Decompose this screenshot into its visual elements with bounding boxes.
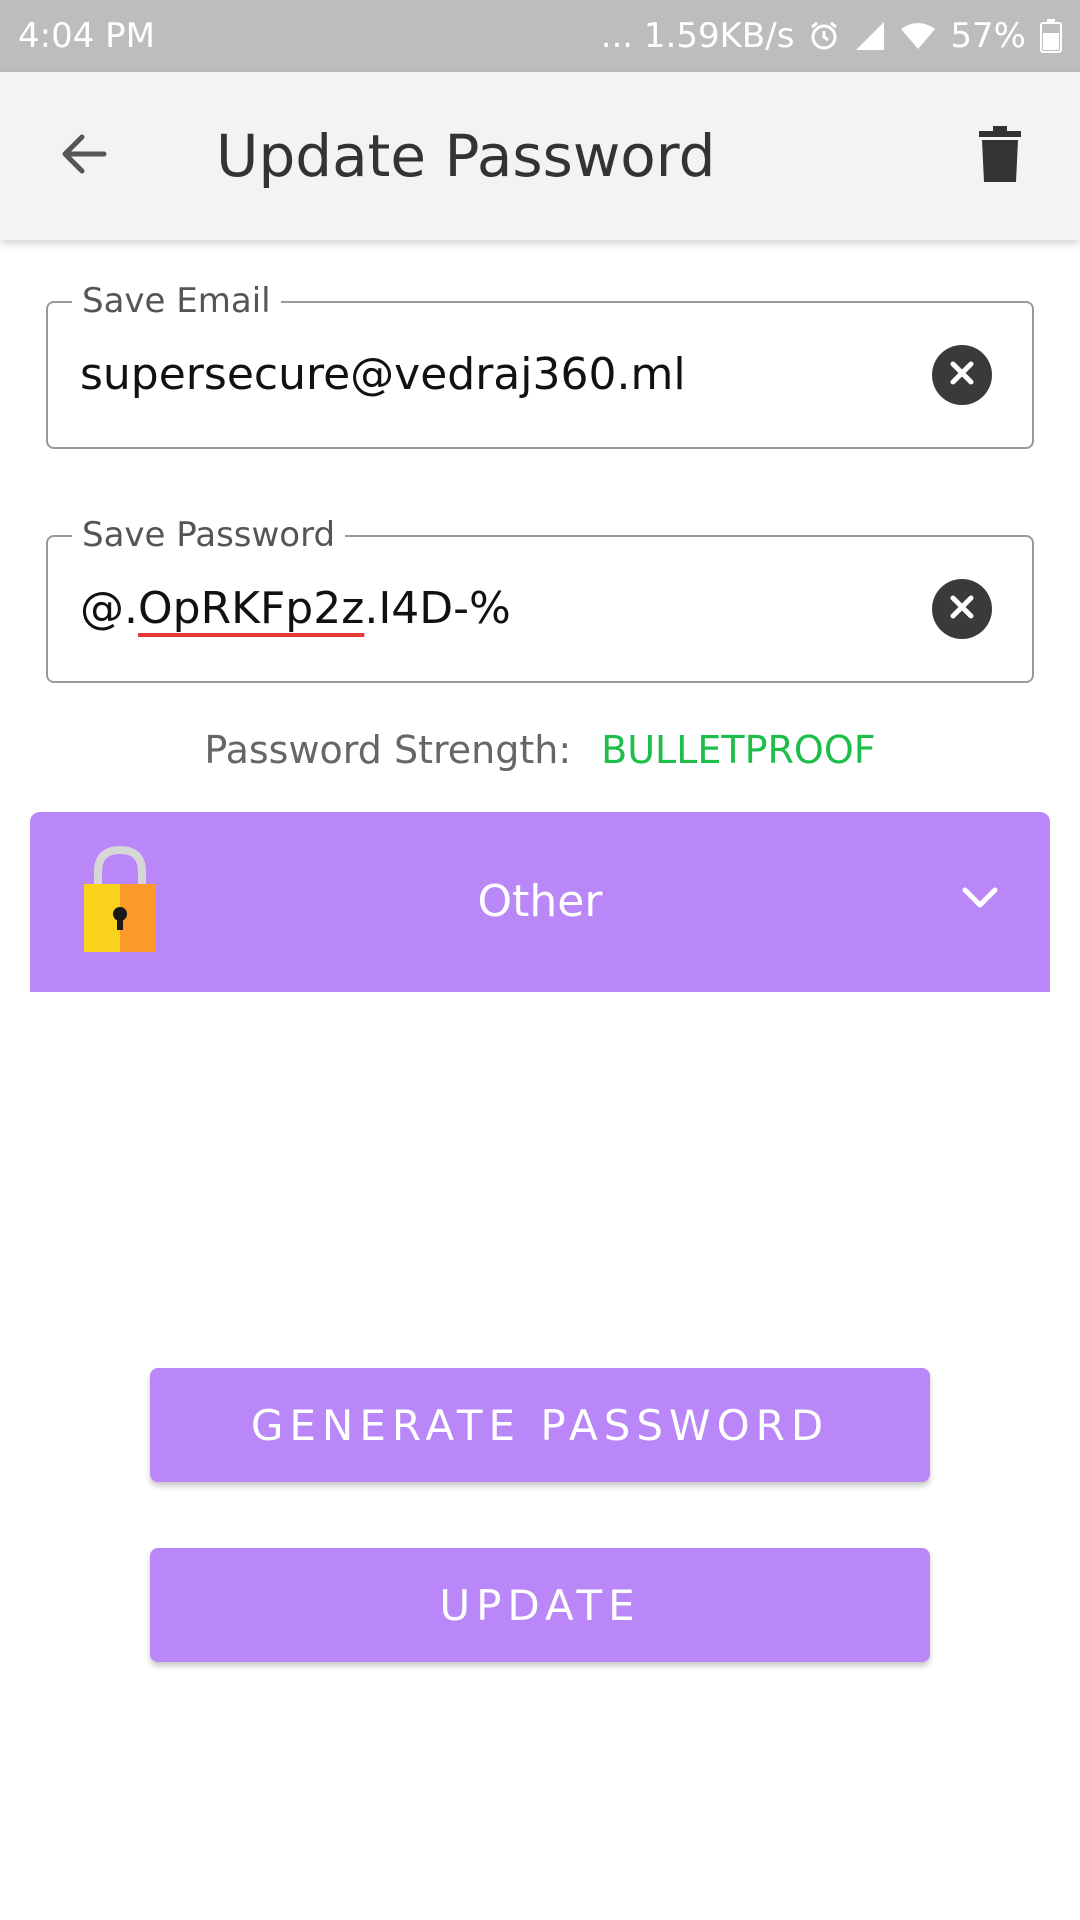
- category-dropdown[interactable]: Other: [30, 812, 1050, 992]
- status-indicators: ... 1.59KB/s 57%: [601, 16, 1062, 56]
- update-button[interactable]: UPDATE: [150, 1548, 930, 1662]
- status-bar: 4:04 PM ... 1.59KB/s 57%: [0, 0, 1080, 72]
- cell-signal-icon: [854, 20, 886, 52]
- password-strength: Password Strength: BULLETPROOF: [0, 722, 1080, 778]
- strength-value: BULLETPROOF: [601, 728, 876, 772]
- password-input[interactable]: @.OpRKFp2z.I4D-%: [80, 537, 511, 681]
- email-field[interactable]: Save Email supersecure@vedraj360.ml: [46, 281, 1034, 449]
- category-label: Other: [477, 876, 603, 927]
- battery-icon: [1040, 19, 1062, 53]
- status-time: 4:04 PM: [18, 16, 155, 56]
- password-field[interactable]: Save Password @.OpRKFp2z.I4D-%: [46, 515, 1034, 683]
- chevron-down-icon: [960, 882, 1000, 916]
- email-input[interactable]: supersecure@vedraj360.ml: [80, 303, 686, 447]
- clear-password-button[interactable]: [932, 579, 992, 639]
- alarm-icon: [808, 20, 840, 52]
- password-value-prefix: @.: [80, 583, 138, 634]
- trash-icon: [979, 126, 1021, 186]
- wifi-icon: [900, 21, 936, 51]
- page-title: Update Password: [216, 122, 716, 190]
- password-value-suffix: .I4D-%: [364, 583, 511, 634]
- network-speed: ... 1.59KB/s: [600, 16, 795, 56]
- password-value-flagged: OpRKFp2z: [138, 583, 365, 634]
- generate-password-button[interactable]: GENERATE PASSWORD: [150, 1368, 930, 1482]
- battery-level: 57%: [950, 16, 1026, 56]
- clear-email-button[interactable]: [932, 345, 992, 405]
- app-bar: Update Password: [0, 72, 1080, 240]
- delete-button[interactable]: [960, 116, 1040, 196]
- close-icon: [947, 592, 977, 626]
- back-button[interactable]: [44, 116, 124, 196]
- arrow-left-icon: [58, 128, 110, 184]
- close-icon: [947, 358, 977, 392]
- strength-label: Password Strength:: [204, 728, 572, 772]
